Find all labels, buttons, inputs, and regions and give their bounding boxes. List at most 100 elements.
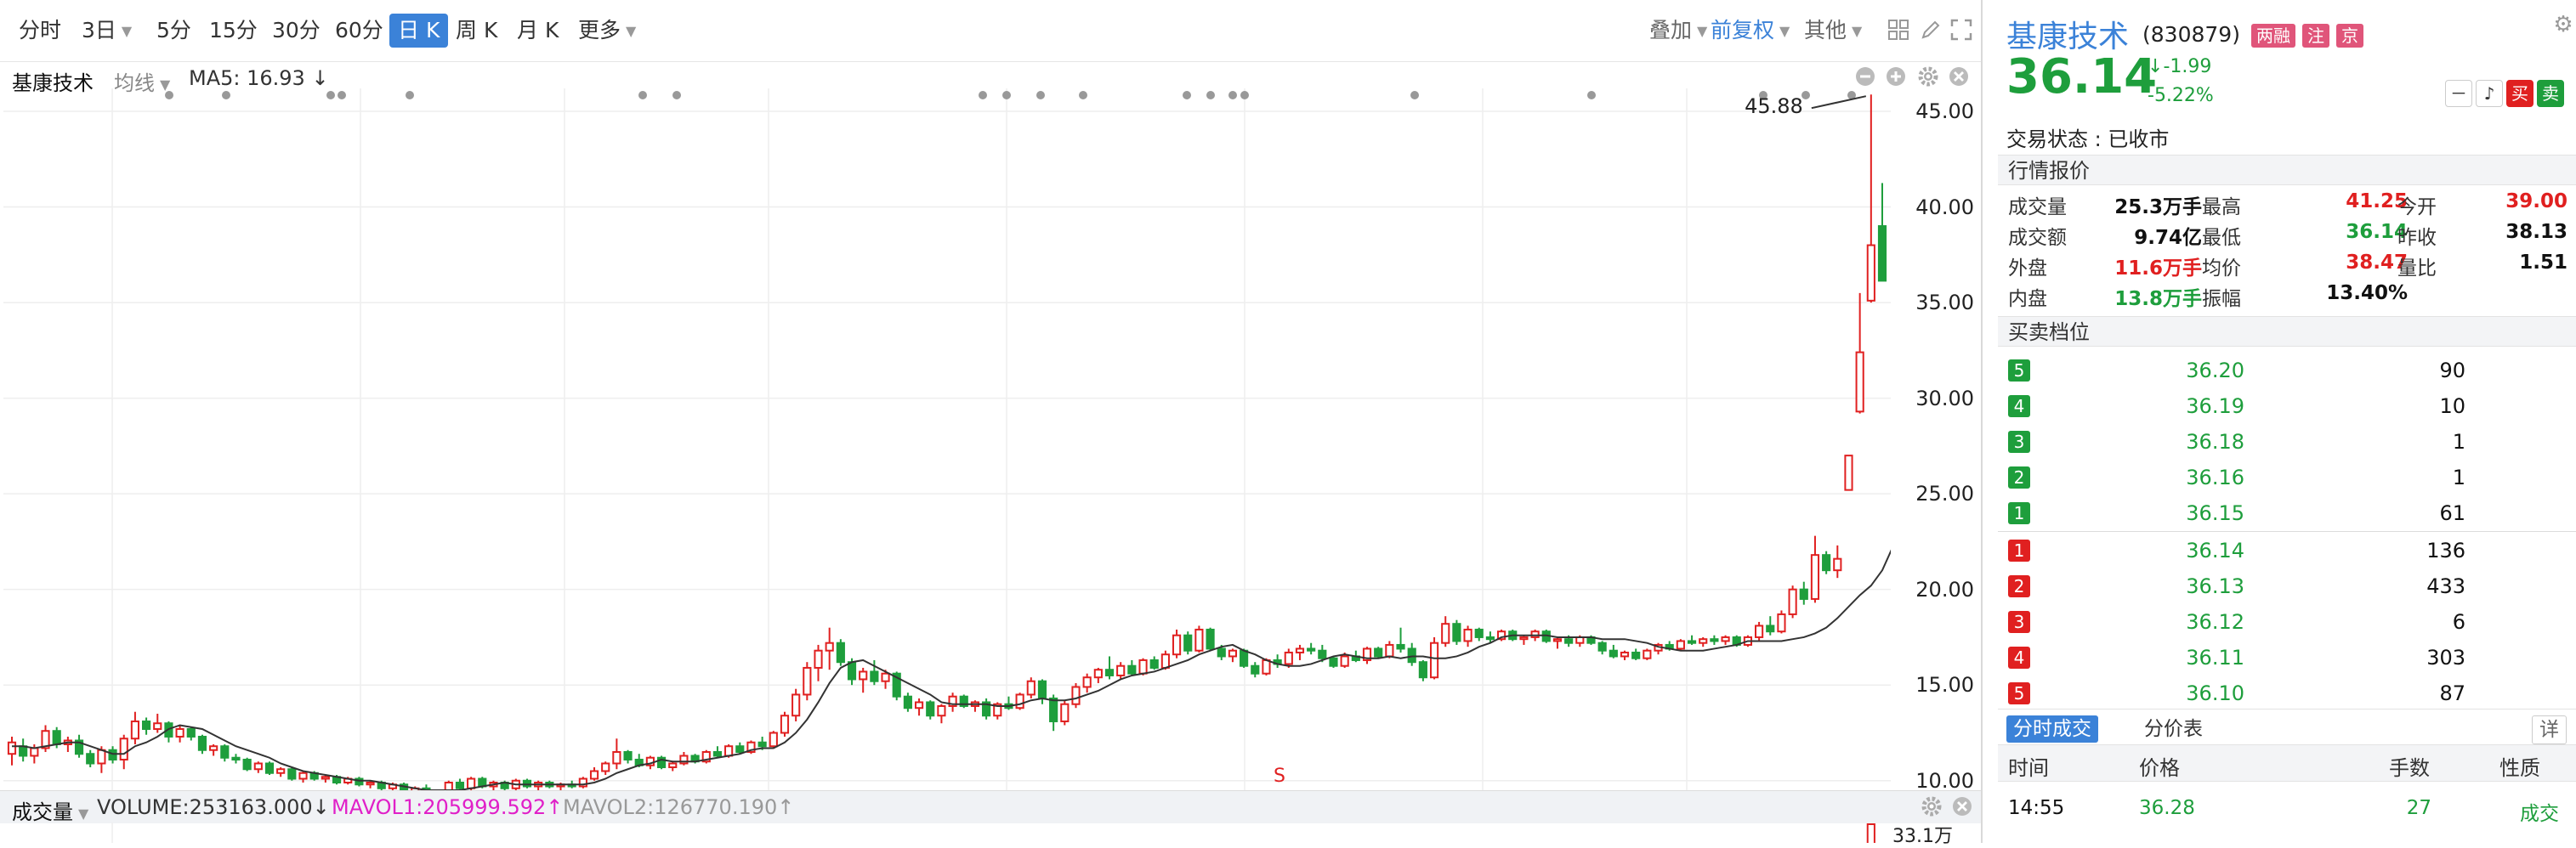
ask-level-row[interactable]: 2 36.16 1 [1998, 459, 2576, 495]
event-marker-dot[interactable] [1183, 91, 1191, 99]
event-marker-dot[interactable] [1206, 91, 1215, 99]
period-tab-15min[interactable]: 15分 [209, 14, 258, 48]
candle-body [321, 776, 330, 780]
more-periods-label: 更多 [578, 18, 621, 42]
candle [522, 778, 532, 789]
sell-button[interactable]: 卖 [2537, 80, 2564, 107]
candle [1396, 627, 1405, 653]
settings-gear-icon[interactable]: ⚙ [2550, 12, 2576, 37]
candlestick-plot[interactable]: 45.888.96S [3, 88, 1891, 790]
event-marker-dot[interactable] [338, 91, 346, 99]
bid-level-row[interactable]: 3 36.12 6 [1998, 603, 2576, 639]
candle-body [1093, 669, 1103, 679]
event-marker-dot[interactable] [1036, 91, 1045, 99]
col-price: 价格 [2139, 756, 2180, 780]
candle-body [1082, 676, 1092, 688]
minus-circle-icon[interactable] [1856, 67, 1875, 86]
remove-watchlist-button[interactable]: － [2445, 80, 2472, 107]
ask-level-row[interactable]: 4 36.19 10 [1998, 387, 2576, 423]
plus-circle-icon[interactable] [1887, 67, 1905, 86]
candle-body [30, 747, 39, 757]
candle-body [1609, 649, 1618, 658]
sell-signal-marker[interactable]: S [1274, 766, 1285, 787]
detail-button[interactable]: 详 [2532, 715, 2567, 744]
candle-body [757, 741, 767, 748]
event-marker-dot[interactable] [406, 91, 414, 99]
candle-body [1519, 636, 1529, 641]
ask-level-row[interactable]: 1 36.15 61 [1998, 495, 2576, 530]
candle [959, 694, 968, 709]
trade-time: 14:55 [2008, 797, 2065, 819]
candle-body [220, 745, 230, 759]
adjust-dropdown[interactable]: 前复权 ▼ [1711, 14, 1790, 48]
candle [175, 725, 184, 743]
bid-volume: 303 [2426, 646, 2465, 670]
candle-body [1474, 628, 1484, 638]
candle [534, 780, 543, 790]
period-tab-5min[interactable]: 5分 [156, 14, 191, 48]
event-marker-dot[interactable] [1240, 91, 1249, 99]
stat-label: 昨收 [2397, 227, 2437, 249]
gear-icon[interactable] [1921, 796, 1942, 817]
volume-indicator-dropdown[interactable]: 成交量 ▼ [12, 795, 88, 825]
period-tab-timeshare[interactable]: 分时 [19, 14, 61, 48]
other-label: 其他 [1804, 18, 1847, 42]
event-marker-dot[interactable] [1228, 91, 1237, 99]
event-marker-dot[interactable] [672, 91, 681, 99]
ask-level-row[interactable]: 5 36.20 90 [1998, 352, 2576, 387]
other-dropdown[interactable]: 其他 ▼ [1804, 14, 1862, 48]
candle-body [1340, 655, 1349, 667]
event-marker-dot[interactable] [165, 91, 173, 99]
candle [1183, 631, 1193, 655]
candle-body [1060, 703, 1070, 722]
alert-bell-icon[interactable]: ♪ [2476, 80, 2503, 107]
candle [1833, 545, 1842, 579]
bid-level-row[interactable]: 1 36.14 136 [1998, 532, 2576, 568]
close-circle-icon[interactable] [1953, 797, 1972, 816]
event-marker-dot[interactable] [979, 91, 987, 99]
chevron-down-icon: ▼ [1697, 23, 1708, 39]
period-tab-monthly[interactable]: 月 K [517, 14, 559, 48]
event-marker-dot[interactable] [638, 91, 647, 99]
gear-icon[interactable] [1918, 66, 1938, 87]
candle [1104, 656, 1115, 680]
candle-body [1575, 636, 1585, 644]
candle [803, 662, 812, 701]
draw-pencil-icon[interactable] [1918, 17, 1943, 42]
price-axis-label: 30.00 [1915, 386, 1974, 410]
candle-body [825, 642, 834, 652]
registration-badge: 注 [2302, 24, 2329, 48]
stat-label: 今开 [2397, 196, 2437, 218]
fullscreen-icon[interactable] [1949, 17, 1974, 42]
bid-level-row[interactable]: 2 36.13 433 [1998, 568, 2576, 603]
period-tab-daily[interactable]: 日 K [389, 14, 449, 48]
candle [1418, 659, 1427, 681]
event-marker-dot[interactable] [1002, 91, 1011, 99]
event-marker-dot[interactable] [326, 91, 335, 99]
candle [1620, 650, 1630, 660]
overlay-dropdown[interactable]: 叠加 ▼ [1649, 14, 1707, 48]
candle-body [1374, 647, 1383, 658]
period-tab-60min[interactable]: 60分 [335, 14, 383, 48]
layout-grid-icon[interactable] [1886, 17, 1911, 42]
event-marker-dot[interactable] [1587, 91, 1596, 99]
candle [264, 761, 275, 775]
event-marker-dot[interactable] [222, 91, 230, 99]
event-marker-dot[interactable] [1410, 91, 1419, 99]
bid-level-row[interactable]: 4 36.11 303 [1998, 639, 2576, 675]
tab-price-table[interactable]: 分价表 [2137, 715, 2210, 743]
period-tab-30min[interactable]: 30分 [272, 14, 321, 48]
more-periods-dropdown[interactable]: 更多 ▼ [578, 14, 636, 48]
bid-level-row[interactable]: 5 36.10 87 [1998, 675, 2576, 710]
event-marker-dot[interactable] [1079, 91, 1087, 99]
candle [1643, 648, 1652, 660]
bid-level-badge: 1 [2008, 540, 2030, 562]
period-tab-3day[interactable]: 3日 ▼ [82, 14, 132, 48]
period-tab-weekly[interactable]: 周 K [456, 14, 497, 48]
tab-time-trades[interactable]: 分时成交 [2006, 715, 2098, 743]
close-circle-icon[interactable] [1949, 67, 1968, 86]
chevron-down-icon: ▼ [626, 23, 637, 39]
chevron-down-icon: ▼ [121, 23, 133, 39]
buy-button[interactable]: 买 [2506, 80, 2533, 107]
ask-level-row[interactable]: 3 36.18 1 [1998, 423, 2576, 459]
